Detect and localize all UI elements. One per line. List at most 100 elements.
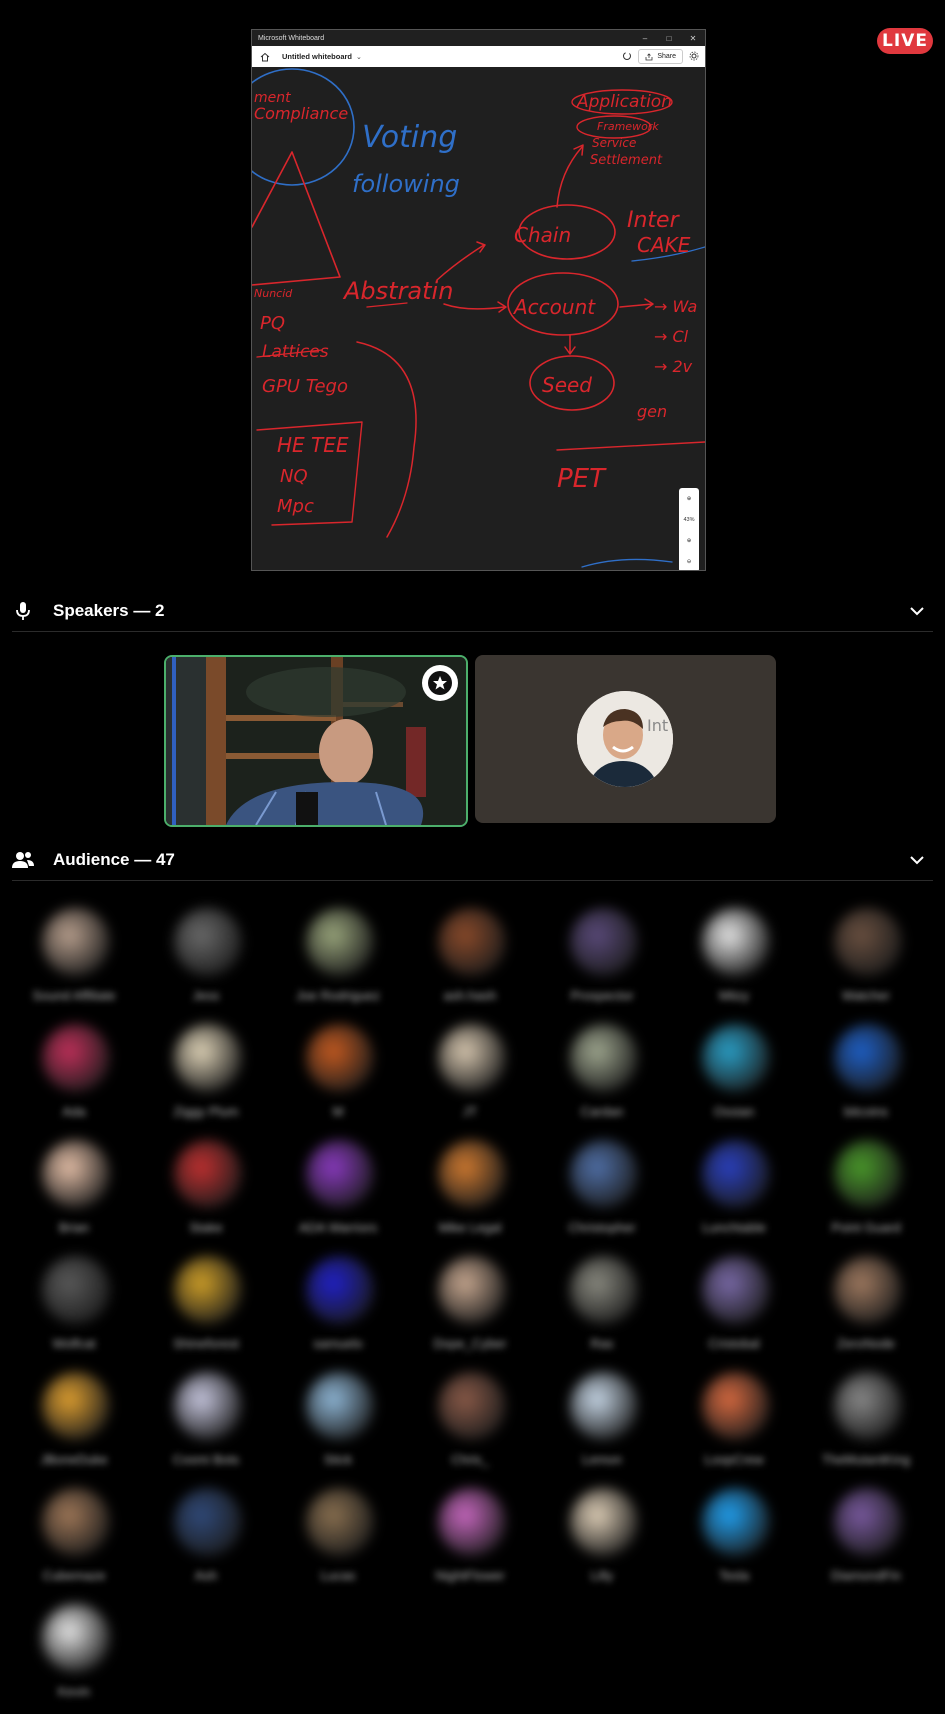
audience-member-name: Ziggy Plum [173, 1104, 239, 1119]
audience-member[interactable]: Watcher [806, 908, 926, 1018]
audience-member[interactable]: Stick [278, 1372, 398, 1482]
ink-compliance: Compliance [254, 104, 348, 123]
chevron-down-icon[interactable] [907, 850, 927, 870]
audience-member[interactable]: DiamondFin [806, 1488, 926, 1598]
ink-following: following [352, 170, 460, 198]
avatar [306, 1140, 374, 1208]
audience-member[interactable]: Mike Legal [410, 1140, 530, 1250]
audience-member[interactable]: Wolfcat [14, 1256, 134, 1366]
audience-member[interactable]: samuelo [278, 1256, 398, 1366]
ink-gpu: GPU Tego [262, 376, 348, 397]
audience-member[interactable]: Sound Affiliate [14, 908, 134, 1018]
microphone-icon [12, 600, 34, 622]
audience-member-name: Prospector [570, 988, 634, 1003]
ink-nuncid: Nuncid [254, 287, 293, 300]
ink-service: Service [592, 136, 636, 150]
avatar [702, 1372, 770, 1440]
audience-member[interactable]: ZeroNode [806, 1256, 926, 1366]
share-button[interactable]: Share [638, 49, 683, 64]
audience-member[interactable]: Mitzy [674, 908, 794, 1018]
audience-member-name: Ada [62, 1104, 86, 1119]
audience-member-name: ZeroNode [837, 1336, 895, 1351]
audience-member[interactable]: Ada [14, 1024, 134, 1134]
audience-member-name: Stick [323, 1452, 353, 1467]
audience-member[interactable]: Joe Rodriguez [278, 908, 398, 1018]
audience-member[interactable]: Chris_ [410, 1372, 530, 1482]
audience-member[interactable]: JT [410, 1024, 530, 1134]
audience-member[interactable]: Lunchtable [674, 1140, 794, 1250]
audience-member-name: Ash [194, 1568, 218, 1583]
avatar [42, 908, 110, 976]
audience-member[interactable]: Cosmi Bots [146, 1372, 266, 1482]
ink-chain: Chain [514, 223, 571, 247]
svg-text:→ Cl: → Cl [654, 327, 689, 346]
audience-member[interactable]: TheMutantKing [806, 1372, 926, 1482]
ink-he-tee: HE TEE [277, 433, 349, 457]
home-icon[interactable] [256, 52, 274, 62]
speaker-avatar-tile[interactable]: Int [475, 655, 776, 823]
svg-text:Int: Int [647, 716, 668, 735]
audience-member-name: ash.hash [443, 988, 497, 1003]
audience-member[interactable]: Jess [146, 908, 266, 1018]
avatar [306, 1372, 374, 1440]
audience-member[interactable]: Stake [146, 1140, 266, 1250]
maximize-icon[interactable]: □ [657, 30, 681, 46]
sync-icon[interactable] [622, 48, 632, 66]
close-icon[interactable]: ✕ [681, 30, 705, 46]
audience-member[interactable]: Dope_Cyber [410, 1256, 530, 1366]
speakers-header[interactable]: Speakers — 2 [12, 591, 933, 632]
audience-member[interactable]: Cardan [542, 1024, 662, 1134]
audience-member[interactable]: Lilly [542, 1488, 662, 1598]
audience-member[interactable]: Brian [14, 1140, 134, 1250]
audience-member[interactable]: M [278, 1024, 398, 1134]
zoom-fit-icon[interactable]: ⊕ [687, 538, 692, 544]
chevron-down-icon[interactable]: ⌄ [356, 53, 362, 61]
speaker-video-tile[interactable] [164, 655, 468, 827]
audience-member[interactable]: Point Guard [806, 1140, 926, 1250]
whiteboard-canvas[interactable]: Compliance ment Voting following Chain I… [252, 67, 705, 570]
chevron-down-icon[interactable] [907, 601, 927, 621]
audience-member[interactable]: ash.hash [410, 908, 530, 1018]
audience-member[interactable]: Lucas [278, 1488, 398, 1598]
avatar [174, 1140, 242, 1208]
minimize-icon[interactable]: – [633, 30, 657, 46]
audience-member[interactable]: Cubemaze [14, 1488, 134, 1598]
board-name[interactable]: Untitled whiteboard [282, 52, 352, 61]
settings-icon[interactable] [689, 48, 699, 66]
audience-member[interactable]: LoopCrew [674, 1372, 794, 1482]
avatar [570, 908, 638, 976]
audience-member[interactable]: Christopher [542, 1140, 662, 1250]
ink-nq: NQ [280, 466, 308, 487]
audience-member[interactable]: Prospector [542, 908, 662, 1018]
audience-member[interactable]: Ossian [674, 1024, 794, 1134]
zoom-in-icon[interactable]: ⊕ [687, 496, 692, 502]
avatar [438, 1256, 506, 1324]
audience-member[interactable]: JBoneDuke [14, 1372, 134, 1482]
live-badge: LIVE [877, 28, 933, 54]
audience-member[interactable]: Tesla [674, 1488, 794, 1598]
audience-member[interactable]: Ras [542, 1256, 662, 1366]
avatar [438, 1140, 506, 1208]
audience-member-name: Lemon [582, 1452, 622, 1467]
audience-member-name: Cristobal [708, 1336, 760, 1351]
audience-member[interactable]: bitcoins [806, 1024, 926, 1134]
audience-header[interactable]: Audience — 47 [12, 840, 933, 881]
audience-member[interactable]: Cristobal [674, 1256, 794, 1366]
avatar [42, 1372, 110, 1440]
audience-member[interactable]: Lemon [542, 1372, 662, 1482]
avatar [570, 1488, 638, 1556]
avatar [834, 1488, 902, 1556]
audience-member-name: LoopCrew [704, 1452, 764, 1467]
audience-member[interactable]: ADA Warriors [278, 1140, 398, 1250]
zoom-out-icon[interactable]: ⊖ [687, 559, 692, 565]
audience-member[interactable]: Ash [146, 1488, 266, 1598]
audience-member[interactable]: NightFlower [410, 1488, 530, 1598]
audience-member[interactable]: Ziggy Plum [146, 1024, 266, 1134]
audience-member[interactable]: Shineforest [146, 1256, 266, 1366]
audience-member-name: Cubemaze [42, 1568, 106, 1583]
ink-lattices: Lattices [262, 342, 329, 362]
whiteboard-window[interactable]: Microsoft Whiteboard – □ ✕ Untitled whit… [251, 29, 706, 571]
audience-member[interactable]: Kevin [14, 1604, 134, 1714]
audience-member-name: Shineforest [173, 1336, 239, 1351]
audience-member-name: Lilly [590, 1568, 614, 1583]
